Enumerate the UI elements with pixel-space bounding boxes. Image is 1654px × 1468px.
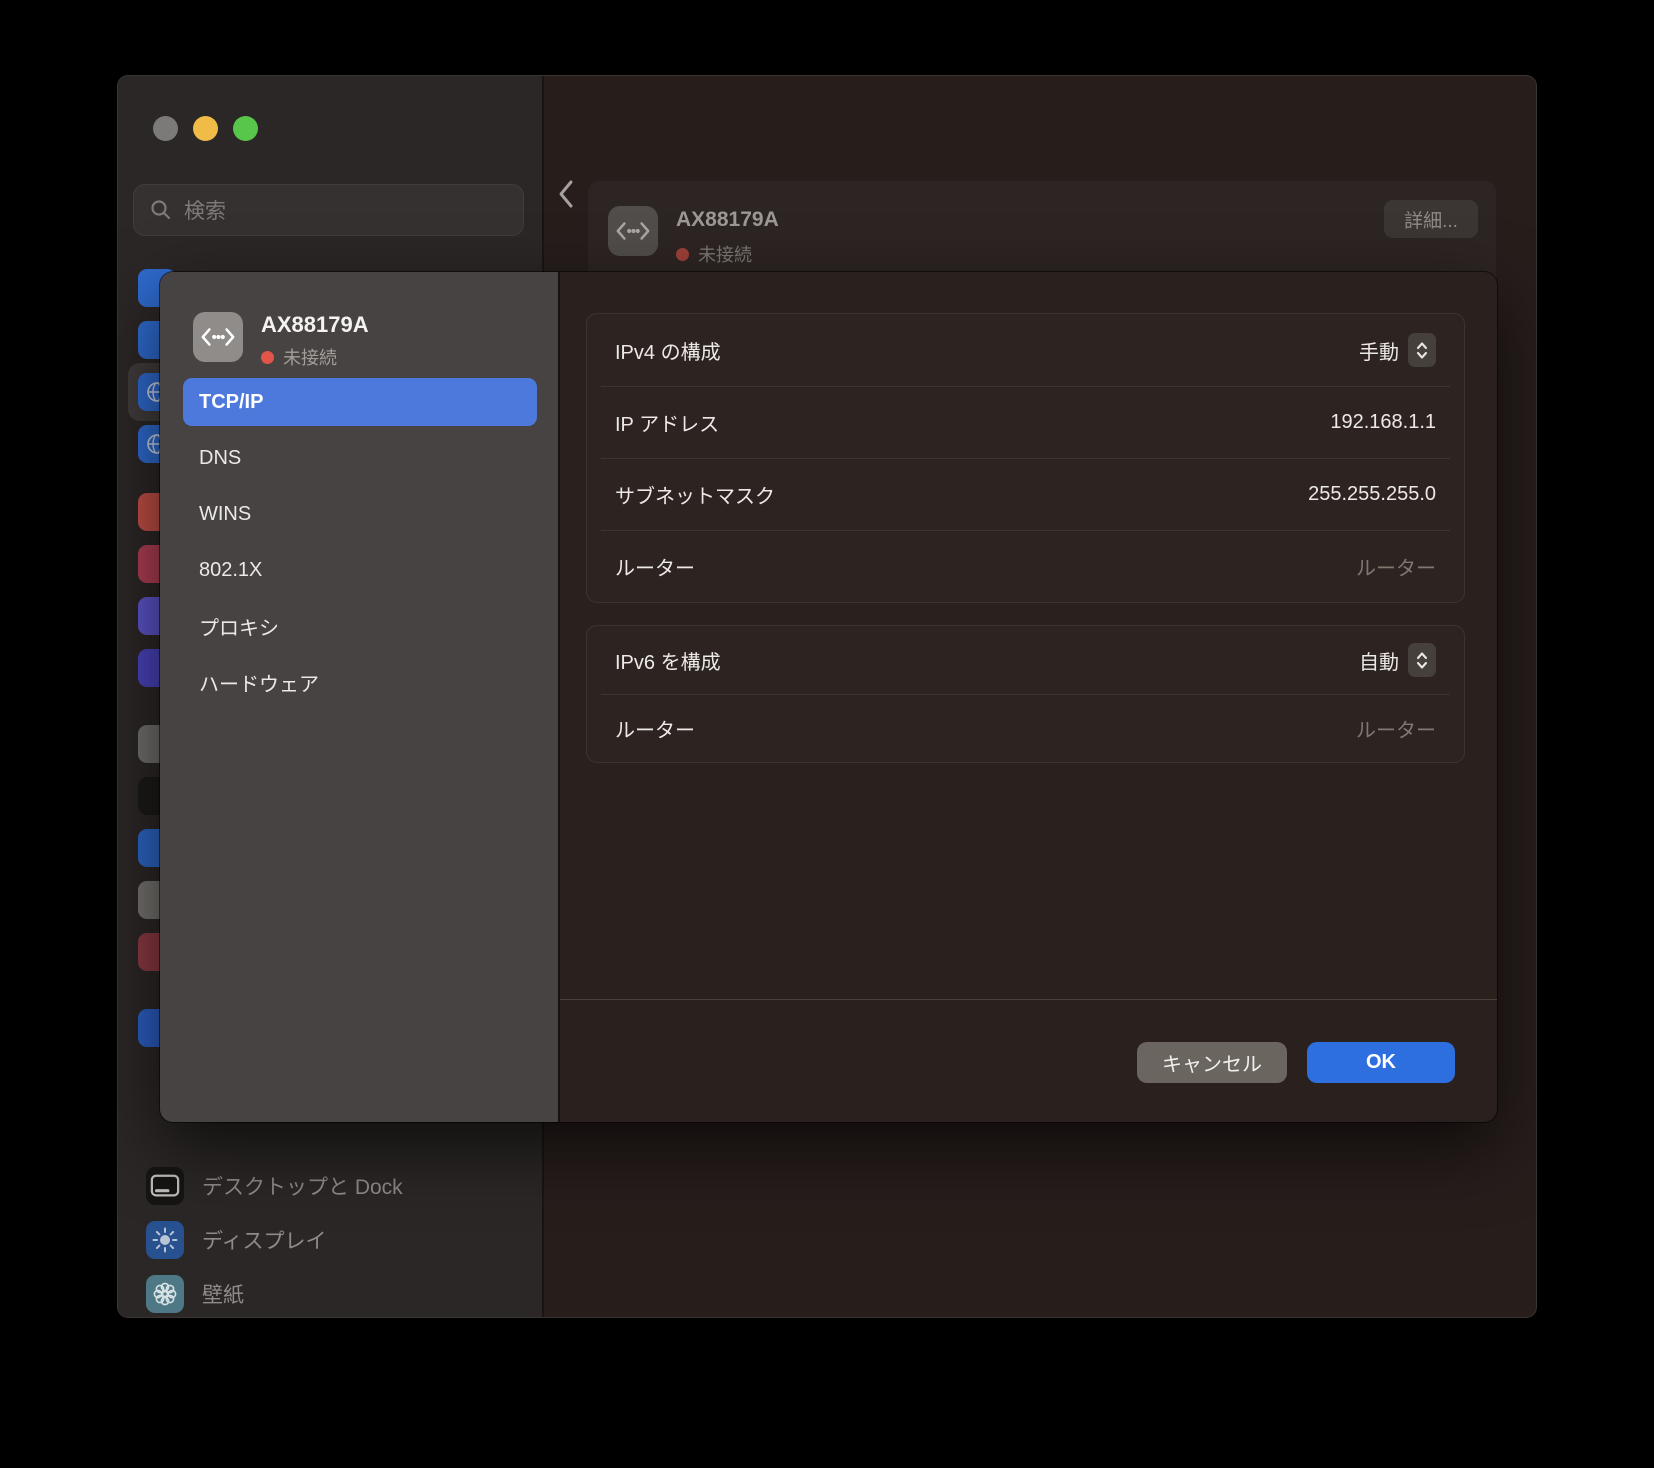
subnet-mask-field[interactable]: 255.255.255.0 [1308, 483, 1436, 506]
ipv6-settings-card: IPv6 を構成 自動 ルーター ルーター [586, 625, 1465, 763]
tab-tcpip[interactable]: TCP/IP [183, 378, 537, 426]
details-button[interactable]: 詳細... [1384, 200, 1478, 238]
sidebar-item-wallpaper[interactable]: 壁紙 [146, 1274, 244, 1314]
tab-dns[interactable]: DNS [183, 434, 537, 482]
tcpip-settings-sheet: AX88179A 未接続 TCP/IP DNS WINS 802.1X プロキシ… [160, 272, 1497, 1122]
ipv6-config-value: 自動 [1359, 646, 1399, 675]
search-icon [150, 199, 172, 221]
ipv4-router-row: ルーター ルーター [587, 530, 1464, 602]
status-text: 未接続 [283, 344, 337, 370]
ip-address-row: IP アドレス 192.168.1.1 [587, 386, 1464, 458]
display-brightness-icon [146, 1221, 184, 1259]
ip-address-field[interactable]: 192.168.1.1 [1330, 411, 1436, 434]
ethernet-adapter-icon [193, 312, 243, 362]
ipv6-config-stepper[interactable] [1408, 643, 1436, 677]
sheet-service-name: AX88179A [261, 312, 369, 338]
cancel-button[interactable]: キャンセル [1137, 1042, 1287, 1083]
ipv4-router-label: ルーター [615, 552, 695, 581]
ipv4-settings-card: IPv4 の構成 手動 IP アドレス 192.168.1.1 サブネットマスク… [586, 313, 1465, 603]
sheet-sidebar: AX88179A 未接続 TCP/IP DNS WINS 802.1X プロキシ… [160, 272, 558, 1122]
sidebar-item-display[interactable]: ディスプレイ [146, 1220, 327, 1260]
subnet-mask-row: サブネットマスク 255.255.255.0 [587, 458, 1464, 530]
ethernet-adapter-icon [608, 206, 658, 256]
zoom-button[interactable] [233, 116, 258, 141]
tab-proxies[interactable]: プロキシ [183, 602, 537, 650]
service-name: AX88179A [676, 208, 779, 232]
ip-address-label: IP アドレス [615, 408, 719, 437]
status-text: 未接続 [698, 241, 752, 267]
tab-wins[interactable]: WINS [183, 490, 537, 538]
sheet-divider [558, 272, 560, 1122]
sidebar-item-label: ディスプレイ [202, 1225, 327, 1255]
ipv6-router-label: ルーター [615, 714, 695, 743]
ipv4-config-stepper[interactable] [1408, 333, 1436, 367]
sheet-nav: TCP/IP DNS WINS 802.1X プロキシ ハードウェア [183, 378, 537, 714]
desktop-dock-icon [146, 1167, 184, 1205]
wallpaper-flower-icon [146, 1275, 184, 1313]
ipv4-router-field[interactable]: ルーター [1356, 552, 1436, 581]
sheet-footer: キャンセル OK [560, 999, 1497, 1122]
search-input[interactable]: 検索 [133, 184, 524, 236]
back-button[interactable] [558, 179, 574, 209]
ipv6-router-row: ルーター ルーター [587, 694, 1464, 762]
sidebar-item-desktop-dock[interactable]: デスクトップと Dock [146, 1166, 403, 1206]
status-dot [261, 351, 274, 364]
tab-8021x[interactable]: 802.1X [183, 546, 537, 594]
ipv6-config-row: IPv6 を構成 自動 [587, 626, 1464, 694]
minimize-button[interactable] [193, 116, 218, 141]
ok-button[interactable]: OK [1307, 1042, 1455, 1083]
subnet-mask-label: サブネットマスク [615, 480, 775, 509]
ipv6-config-label: IPv6 を構成 [615, 646, 721, 675]
ipv6-router-field[interactable]: ルーター [1356, 714, 1436, 743]
status-dot [676, 248, 689, 261]
sidebar-item-label: デスクトップと Dock [202, 1171, 403, 1201]
close-button[interactable] [153, 116, 178, 141]
ipv4-config-label: IPv4 の構成 [615, 336, 721, 365]
ipv4-config-value: 手動 [1359, 336, 1399, 365]
search-placeholder: 検索 [184, 195, 226, 225]
ipv4-config-row: IPv4 の構成 手動 [587, 314, 1464, 386]
sidebar-item-label: 壁紙 [202, 1279, 244, 1309]
tab-hardware[interactable]: ハードウェア [183, 658, 537, 706]
